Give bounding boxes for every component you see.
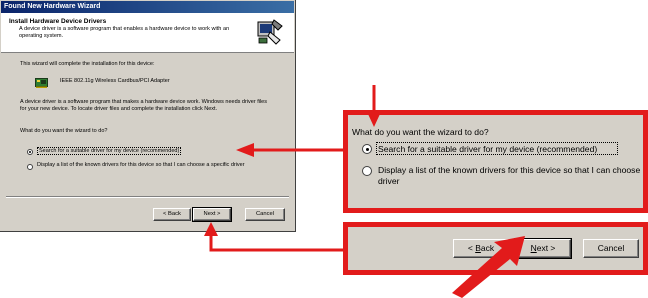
down-arrow-icon <box>368 85 380 127</box>
left-arrow-icon <box>236 143 343 157</box>
annotation-arrows <box>204 85 525 298</box>
diagonal-arrow-icon <box>452 236 525 298</box>
up-arrow-icon <box>204 222 343 252</box>
